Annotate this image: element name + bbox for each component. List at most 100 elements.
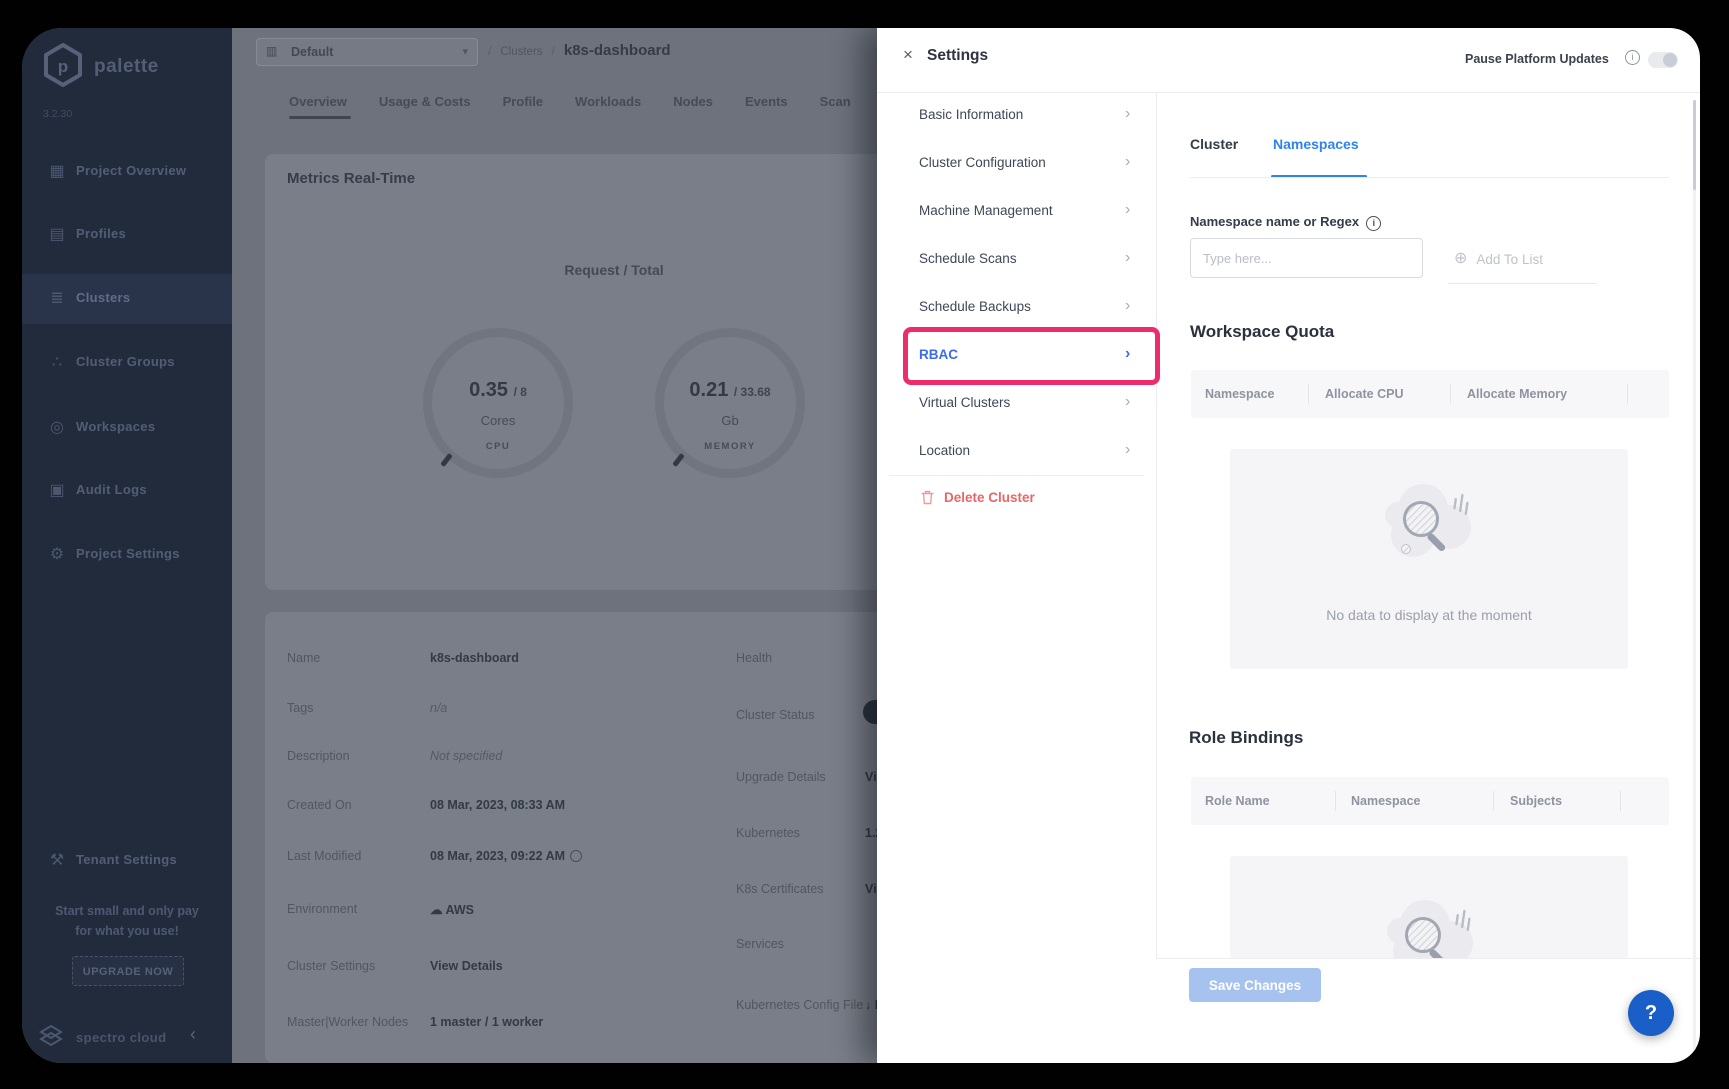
info-icon[interactable]: i xyxy=(1625,50,1640,65)
palette-logo-icon: p xyxy=(40,42,86,88)
chart-icon: ▥ xyxy=(266,44,277,58)
detail-value-truncated: Vi xyxy=(865,882,877,896)
sidebar-item-project-settings[interactable]: ⚙ Project Settings xyxy=(22,533,232,577)
sidebar-collapse-icon[interactable]: ‹ xyxy=(190,1024,196,1045)
nav-item-basic-information[interactable]: Basic Information› xyxy=(877,94,1156,138)
promo-text-line1: Start small and only pay xyxy=(22,904,232,918)
sidebar-item-label: Project Overview xyxy=(76,163,186,178)
breadcrumb-current: k8s-dashboard xyxy=(564,42,671,59)
tab-scan[interactable]: Scan xyxy=(820,94,851,109)
chevron-right-icon: › xyxy=(1125,249,1130,267)
detail-label: Last Modified xyxy=(287,849,361,863)
nav-item-cluster-configuration[interactable]: Cluster Configuration› xyxy=(877,142,1156,186)
role-bindings-empty-state xyxy=(1230,856,1628,958)
panel-scrollbar-thumb[interactable] xyxy=(1693,100,1696,190)
detail-label: K8s Certificates xyxy=(736,882,824,896)
detail-value: Not specified xyxy=(430,749,502,763)
breadcrumb-clusters[interactable]: Clusters xyxy=(500,46,542,58)
column-header: Namespace xyxy=(1205,387,1275,401)
add-to-list-button[interactable]: ⊕ Add To List xyxy=(1448,250,1549,268)
add-button-underline xyxy=(1448,283,1597,284)
tab-cluster[interactable]: Cluster xyxy=(1190,136,1238,152)
nav-item-schedule-backups[interactable]: Schedule Backups› xyxy=(877,286,1156,330)
detail-label: Master|Worker Nodes xyxy=(287,1015,408,1029)
settings-panel: × Settings Pause Platform Updates i Basi… xyxy=(877,28,1700,1063)
sidebar-item-tenant-settings[interactable]: ⚒ Tenant Settings xyxy=(22,839,232,883)
sidebar-item-label: Cluster Groups xyxy=(76,354,175,369)
nav-item-machine-management[interactable]: Machine Management› xyxy=(877,190,1156,234)
empty-state-text: No data to display at the moment xyxy=(1230,607,1628,623)
tab-namespaces[interactable]: Namespaces xyxy=(1273,136,1359,152)
memory-caption: MEMORY xyxy=(664,441,796,452)
detail-value: n/a xyxy=(430,701,447,715)
sidebar-item-workspaces[interactable]: ◎ Workspaces xyxy=(22,406,232,450)
detail-label: Name xyxy=(287,651,320,665)
detail-value: 08 Mar, 2023, 09:22 AM xyxy=(430,849,582,863)
namespace-input[interactable] xyxy=(1190,238,1423,278)
no-data-illustration xyxy=(1369,473,1489,577)
chevron-right-icon: › xyxy=(1125,201,1130,219)
memory-request-value: 0.21 xyxy=(689,379,728,401)
project-settings-gear-icon: ⚙ xyxy=(46,544,68,564)
nav-item-location[interactable]: Location› xyxy=(877,430,1156,474)
app-window: p palette 3.2.30 ▦ Project Overview ▤ Pr… xyxy=(22,28,1700,1063)
memory-gauge: 0.21 / 33.68 Gb MEMORY xyxy=(655,328,805,478)
view-details-link[interactable]: View Details xyxy=(430,959,503,973)
nav-divider xyxy=(889,475,1144,476)
tab-profile[interactable]: Profile xyxy=(503,94,543,109)
sidebar-item-project-overview[interactable]: ▦ Project Overview xyxy=(22,150,232,194)
chevron-right-icon: › xyxy=(1125,153,1130,171)
tab-events[interactable]: Events xyxy=(745,94,788,109)
help-button[interactable]: ? xyxy=(1628,990,1674,1036)
rbac-highlight-annotation xyxy=(903,327,1160,385)
save-changes-button[interactable]: Save Changes xyxy=(1189,968,1321,1002)
detail-label: Services xyxy=(736,937,784,951)
tab-usage-costs[interactable]: Usage & Costs xyxy=(379,94,471,109)
delete-cluster-button[interactable]: Delete Cluster xyxy=(921,490,1035,505)
plus-circle-icon: ⊕ xyxy=(1454,251,1467,267)
footer-divider xyxy=(1156,958,1700,959)
chevron-down-icon: ▾ xyxy=(462,45,468,58)
profiles-icon: ▤ xyxy=(46,224,68,244)
detail-label: Created On xyxy=(287,798,352,812)
cluster-detail-tabs: Overview Usage & Costs Profile Workloads… xyxy=(289,94,851,109)
detail-label: Upgrade Details xyxy=(736,770,826,784)
close-icon[interactable]: × xyxy=(897,44,919,66)
tenant-settings-tools-icon: ⚒ xyxy=(46,850,68,870)
chevron-right-icon: › xyxy=(1125,393,1130,411)
info-icon[interactable]: i xyxy=(1366,216,1381,231)
workspaces-icon: ◎ xyxy=(46,417,68,437)
aws-cloud-icon: ☁ xyxy=(430,903,443,917)
sidebar-item-label: Audit Logs xyxy=(76,482,147,497)
nav-item-virtual-clusters[interactable]: Virtual Clusters› xyxy=(877,382,1156,426)
sidebar-item-label: Tenant Settings xyxy=(76,852,177,867)
sidebar-item-audit-logs[interactable]: ▣ Audit Logs xyxy=(22,469,232,513)
audit-logs-icon: ▣ xyxy=(46,480,68,500)
pause-updates-toggle[interactable] xyxy=(1648,52,1678,68)
spectro-cloud-logo-icon xyxy=(38,1022,64,1052)
workspace-quota-heading: Workspace Quota xyxy=(1190,322,1334,342)
sidebar-item-label: Clusters xyxy=(76,290,130,305)
detail-label: Tags xyxy=(287,701,313,715)
upgrade-now-button[interactable]: UPGRADE NOW xyxy=(72,956,184,986)
tab-workloads[interactable]: Workloads xyxy=(575,94,641,109)
panel-scrollbar-track[interactable] xyxy=(1693,100,1696,1050)
tab-nodes[interactable]: Nodes xyxy=(673,94,713,109)
sidebar-item-cluster-groups[interactable]: ∴ Cluster Groups xyxy=(22,341,232,385)
column-header: Role Name xyxy=(1205,794,1270,808)
nav-item-schedule-scans[interactable]: Schedule Scans› xyxy=(877,238,1156,282)
cpu-gauge: 0.35 / 8 Cores CPU xyxy=(423,328,573,478)
chevron-right-icon: › xyxy=(1125,441,1130,459)
sidebar: p palette 3.2.30 ▦ Project Overview ▤ Pr… xyxy=(22,28,232,1063)
detail-label: Kubernetes Config File xyxy=(736,998,863,1012)
sidebar-item-label: Project Settings xyxy=(76,546,180,561)
tab-overview[interactable]: Overview xyxy=(289,94,347,109)
breadcrumb: / Clusters / k8s-dashboard xyxy=(488,42,671,59)
metrics-card: Metrics Real-Time Request / Total 0.35 /… xyxy=(265,154,925,590)
project-selector[interactable]: ▥ Default ▾ xyxy=(256,38,478,66)
chevron-right-icon: › xyxy=(1125,105,1130,123)
sidebar-item-clusters[interactable]: ≣ Clusters xyxy=(22,277,232,321)
sidebar-item-profiles[interactable]: ▤ Profiles xyxy=(22,213,232,257)
nav-vertical-divider xyxy=(1156,92,1157,958)
clusters-icon: ≣ xyxy=(46,288,68,308)
